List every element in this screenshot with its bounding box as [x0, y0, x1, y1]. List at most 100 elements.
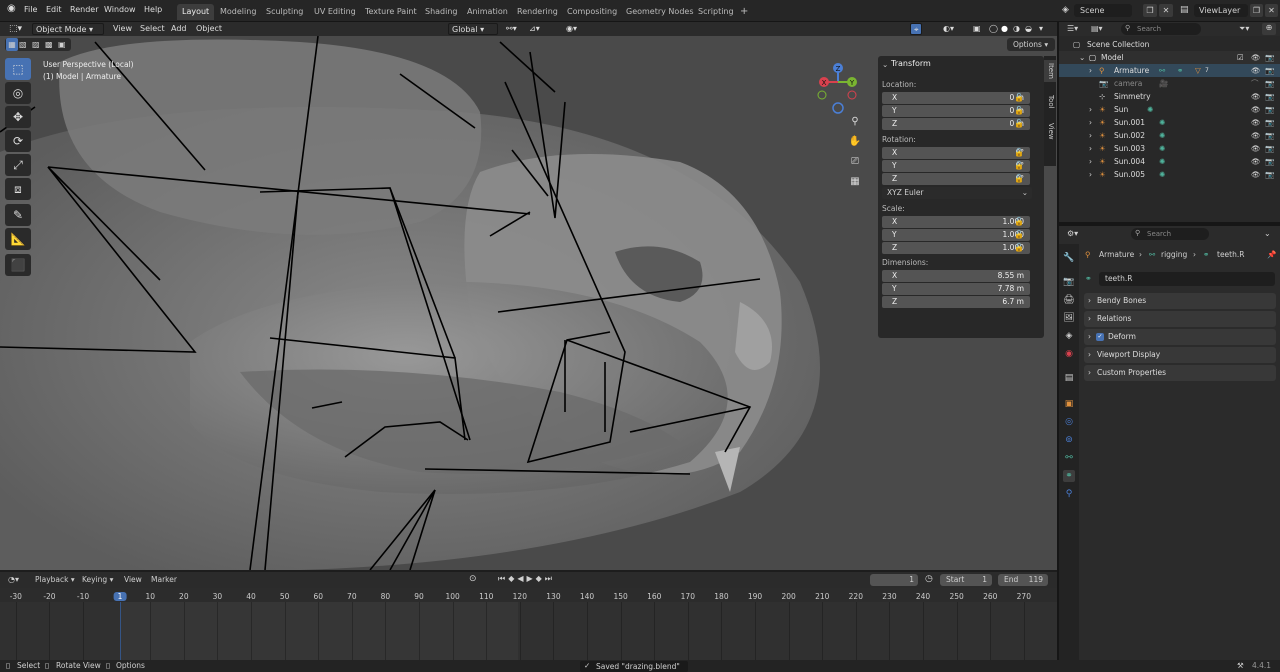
- shading-options-icon[interactable]: ▾: [1036, 23, 1046, 35]
- tab-texture-paint[interactable]: Texture Paint: [360, 4, 422, 20]
- tab-animation[interactable]: Animation: [462, 4, 513, 20]
- snap-icon[interactable]: ⊿▾: [526, 23, 543, 35]
- transform-tool-icon[interactable]: ⧈: [5, 178, 31, 200]
- panel-viewport-display[interactable]: › Viewport Display: [1084, 347, 1276, 363]
- world-tab-icon[interactable]: ◉: [1063, 348, 1075, 360]
- panel-custom-properties[interactable]: › Custom Properties: [1084, 365, 1276, 381]
- list-item[interactable]: › ☀ Sun.002 ✺ 👁 📷: [1059, 129, 1280, 142]
- select-new-icon[interactable]: ▦: [6, 38, 18, 51]
- scene-field[interactable]: Scene: [1074, 4, 1132, 17]
- list-item[interactable]: ⌄ ▢ Model ☑ 👁 📷: [1059, 51, 1280, 64]
- outliner-editor-icon[interactable]: ☰▾: [1067, 24, 1078, 33]
- gizmo-neg-z[interactable]: [832, 102, 844, 114]
- select-invert-icon[interactable]: ▩: [45, 38, 53, 51]
- new-collection-icon[interactable]: ⊕: [1262, 23, 1276, 35]
- bone-constraints-tab-icon[interactable]: ⚲: [1063, 488, 1075, 500]
- menu-view[interactable]: View: [124, 575, 142, 584]
- navigation-gizmo[interactable]: Z X Y: [812, 62, 868, 118]
- scale-tool-icon[interactable]: ⤢: [5, 154, 31, 176]
- record-icon[interactable]: ⊙: [469, 574, 477, 584]
- rotation-y-field[interactable]: Y 0°: [882, 160, 1030, 172]
- select-box-tool-icon[interactable]: ⬚: [5, 58, 31, 80]
- scale-x-field[interactable]: X 1.000: [882, 216, 1030, 228]
- view-layer-tab-icon[interactable]: 🖼: [1063, 312, 1075, 324]
- xray-icon[interactable]: ▣: [970, 23, 984, 35]
- add-workspace-button[interactable]: +: [735, 4, 753, 20]
- eye-icon[interactable]: 👁: [1251, 103, 1261, 116]
- panel-relations[interactable]: › Relations: [1084, 311, 1276, 327]
- lock-icon[interactable]: 🔓: [1014, 174, 1024, 183]
- camera-icon[interactable]: 📷: [1265, 51, 1274, 64]
- annotate-tool-icon[interactable]: ✎: [5, 204, 31, 226]
- visibility-icon[interactable]: ⌖: [910, 23, 922, 35]
- rotate-tool-icon[interactable]: ⟳: [5, 130, 31, 152]
- tab-view[interactable]: View: [1044, 120, 1056, 143]
- list-item[interactable]: › ☀ Sun.005 ✺ 👁 📷: [1059, 168, 1280, 181]
- tab-geometry-nodes[interactable]: Geometry Nodes: [621, 4, 698, 20]
- camera-icon[interactable]: 📷: [1265, 155, 1274, 168]
- camera-icon[interactable]: 📷: [1265, 129, 1274, 142]
- copy-viewlayer-icon[interactable]: ❐: [1250, 4, 1263, 17]
- list-item[interactable]: › ☀ Sun.004 ✺ 👁 📷: [1059, 155, 1280, 168]
- tab-rendering[interactable]: Rendering: [512, 4, 563, 20]
- lock-icon[interactable]: 🔓: [1014, 93, 1024, 102]
- tab-sculpting[interactable]: Sculpting: [261, 4, 308, 20]
- list-item[interactable]: › ☀ Sun ✺ 👁 📷: [1059, 103, 1280, 116]
- select-subtract-icon[interactable]: ▨: [32, 38, 40, 51]
- eye-icon[interactable]: 👁: [1251, 168, 1261, 181]
- data-tab-icon[interactable]: ⚯: [1063, 452, 1075, 464]
- render-tab-icon[interactable]: 📷: [1063, 276, 1075, 288]
- end-frame-field[interactable]: End 119: [998, 574, 1048, 586]
- panel-bendy-bones[interactable]: › Bendy Bones: [1084, 293, 1276, 309]
- mode-dropdown[interactable]: Object Mode ▾: [32, 23, 104, 35]
- zoom-icon[interactable]: ⚲: [848, 116, 862, 136]
- options-button[interactable]: Options ▾: [1007, 38, 1055, 51]
- proportional-edit-icon[interactable]: ◉▾: [563, 23, 580, 35]
- lock-icon[interactable]: 🔓: [1014, 230, 1024, 239]
- eye-icon[interactable]: 👁: [1251, 116, 1261, 129]
- menu-marker[interactable]: Marker: [151, 575, 177, 584]
- current-frame-field[interactable]: 1: [870, 574, 918, 586]
- rotation-z-field[interactable]: Z 0°: [882, 173, 1030, 185]
- location-y-field[interactable]: Y0 m: [882, 105, 1030, 117]
- properties-search[interactable]: Search: [1131, 228, 1209, 240]
- physics-tab-icon[interactable]: ◎: [1063, 416, 1075, 428]
- blender-logo-icon[interactable]: ◉: [7, 3, 16, 14]
- options-chevron-icon[interactable]: ⌄: [1264, 229, 1271, 238]
- lock-icon[interactable]: 🔓: [1014, 243, 1024, 252]
- menu-keying[interactable]: Keying ▾: [82, 575, 113, 584]
- collection-tab-icon[interactable]: ▤: [1063, 372, 1075, 384]
- constraints-tab-icon[interactable]: ⊚: [1063, 434, 1075, 446]
- camera-icon[interactable]: 📷: [1265, 168, 1274, 181]
- list-item[interactable]: › ☀ Sun.003 ✺ 👁 📷: [1059, 142, 1280, 155]
- collapse-icon[interactable]: ⌄: [882, 60, 888, 69]
- viewlayer-field[interactable]: ViewLayer: [1194, 4, 1248, 17]
- clock-icon[interactable]: ◷: [925, 574, 933, 584]
- lock-icon[interactable]: 🔓: [1014, 119, 1024, 128]
- tab-modeling[interactable]: Modeling: [215, 4, 261, 20]
- overlays-icon[interactable]: ◐▾: [940, 23, 957, 35]
- add-cube-tool-icon[interactable]: ⬛: [5, 254, 31, 276]
- lock-icon[interactable]: 🔓: [1014, 148, 1024, 157]
- playback-controls[interactable]: ⏮◆◀▶◆⏭: [498, 574, 555, 584]
- timeline-editor-icon[interactable]: ◔▾: [8, 575, 19, 584]
- remove-viewlayer-icon[interactable]: ✕: [1265, 4, 1278, 17]
- tab-item[interactable]: Item: [1044, 60, 1056, 82]
- list-item[interactable]: › ⚲ Armature ⚯ ⚭ ▽ 7 👁 📷: [1059, 64, 1280, 77]
- object-tab-icon[interactable]: ▣: [1063, 398, 1075, 410]
- scale-y-field[interactable]: Y 1.000: [882, 229, 1030, 241]
- dimensions-z-field[interactable]: Z 6.7 m: [882, 296, 1030, 308]
- remove-scene-icon[interactable]: ✕: [1159, 4, 1173, 17]
- pin-icon[interactable]: 📌: [1267, 248, 1276, 262]
- scene-tab-icon[interactable]: ◈: [1063, 330, 1075, 342]
- eye-icon[interactable]: 👁: [1251, 129, 1261, 142]
- location-x-field[interactable]: X0 m: [882, 92, 1030, 104]
- eye-icon[interactable]: 👁: [1251, 90, 1261, 103]
- camera-view-icon[interactable]: ⎚: [848, 156, 862, 176]
- dimensions-y-field[interactable]: Y 7.78 m: [882, 283, 1030, 295]
- dimensions-x-field[interactable]: X 8.55 m: [882, 270, 1030, 282]
- select-extend-icon[interactable]: ▧: [19, 38, 27, 51]
- eye-icon[interactable]: 👁: [1251, 64, 1261, 77]
- output-tab-icon[interactable]: 🖨: [1063, 294, 1075, 306]
- 3d-viewport[interactable]: ⬚▾ Object Mode ▾ View Select Add Object …: [0, 22, 1057, 570]
